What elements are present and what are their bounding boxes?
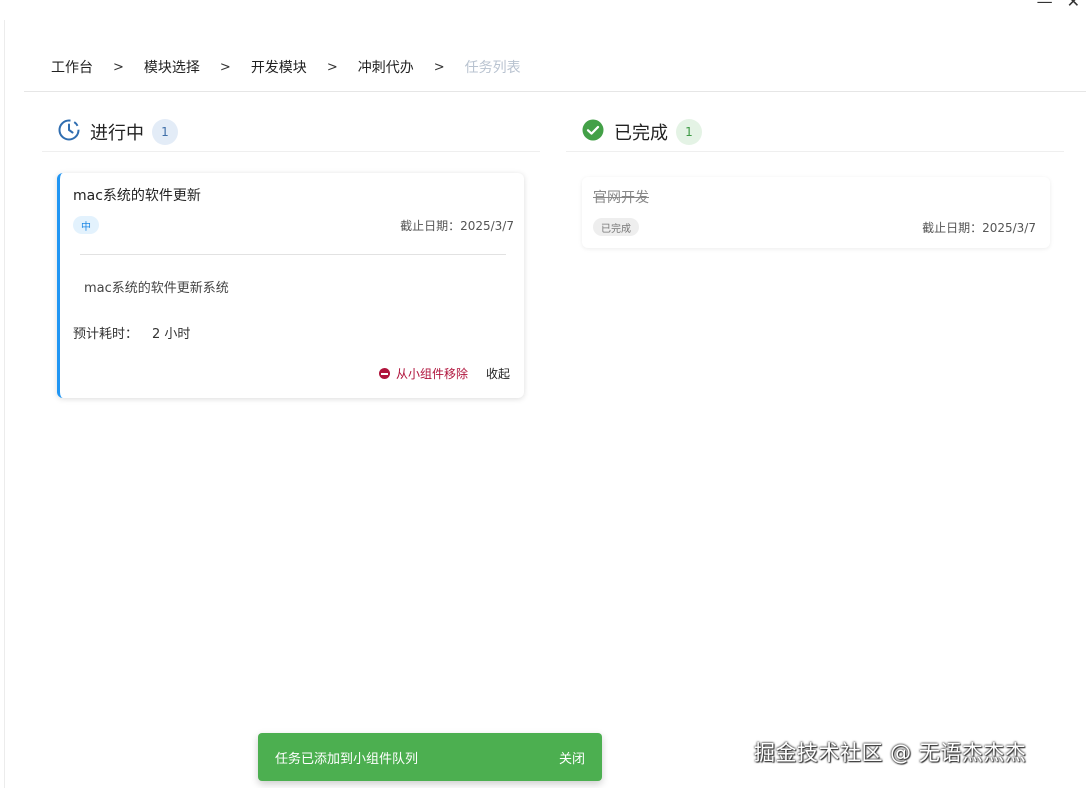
in-progress-count-badge: 1 xyxy=(152,118,178,145)
status-badge: 已完成 xyxy=(593,218,639,236)
card-divider xyxy=(80,254,506,255)
breadcrumb-item-task-list: 任务列表 xyxy=(464,60,521,76)
remove-from-widget-label: 从小组件移除 xyxy=(395,367,468,381)
snackbar-message: 任务已添加到小组件队列 xyxy=(275,751,419,767)
completed-due-date: 截止日期：2025/3/7 xyxy=(922,221,1036,235)
breadcrumb-separator: > xyxy=(326,59,338,75)
in-progress-header: 进行中 1 xyxy=(42,112,540,152)
window-left-edge xyxy=(4,20,5,788)
breadcrumb: 工作台 > 模块选择 > 开发模块 > 冲刺代办 > 任务列表 xyxy=(51,57,521,77)
header-divider xyxy=(24,91,1086,92)
remove-circle-icon xyxy=(378,368,390,379)
estimate-label: 预计耗时： xyxy=(73,327,139,342)
breadcrumb-separator: > xyxy=(433,59,445,75)
completed-header: 已完成 1 xyxy=(566,112,1064,152)
close-window-button[interactable]: ✕ xyxy=(1067,0,1080,10)
card-actions: 从小组件移除 收起 xyxy=(378,365,510,382)
in-progress-title: 进行中 xyxy=(90,122,144,144)
check-circle-icon xyxy=(582,119,604,145)
watermark: 掘金技术社区 @ 无语杰杰杰 xyxy=(754,741,1027,765)
collapse-button[interactable]: 收起 xyxy=(486,365,510,382)
estimate-value: 2 小时 xyxy=(152,327,191,342)
breadcrumb-separator: > xyxy=(219,59,231,75)
completed-title: 已完成 xyxy=(614,122,668,144)
window-controls: — ✕ xyxy=(1037,0,1080,10)
remove-from-widget-button[interactable]: 从小组件移除 xyxy=(378,365,468,382)
priority-badge: 中 xyxy=(73,216,99,234)
breadcrumb-item-dev-module[interactable]: 开发模块 xyxy=(251,57,307,77)
due-date: 截止日期：2025/3/7 xyxy=(400,219,514,233)
clock-icon xyxy=(58,119,80,145)
completed-task-title: 官网开发 xyxy=(593,190,649,206)
in-progress-column: 进行中 1 xyxy=(42,112,540,152)
breadcrumb-item-module-select[interactable]: 模块选择 xyxy=(144,57,200,77)
time-estimate: 预计耗时： 2 小时 xyxy=(73,323,190,342)
task-title: mac系统的软件更新 xyxy=(73,188,201,204)
completed-column: 已完成 1 xyxy=(566,112,1064,152)
minimize-button[interactable]: — xyxy=(1037,0,1053,10)
task-card-in-progress[interactable]: mac系统的软件更新 中 截止日期：2025/3/7 mac系统的软件更新系统 … xyxy=(57,173,524,398)
breadcrumb-item-workbench[interactable]: 工作台 xyxy=(51,57,93,77)
completed-count-badge: 1 xyxy=(676,118,702,145)
task-card-completed[interactable]: 官网开发 已完成 截止日期：2025/3/7 xyxy=(582,177,1050,248)
task-description: mac系统的软件更新系统 xyxy=(84,281,229,296)
snackbar-close-button[interactable]: 关闭 xyxy=(559,748,585,767)
breadcrumb-item-sprint-todo[interactable]: 冲刺代办 xyxy=(358,57,414,77)
breadcrumb-separator: > xyxy=(113,59,124,75)
snackbar: 任务已添加到小组件队列 关闭 xyxy=(258,733,602,781)
